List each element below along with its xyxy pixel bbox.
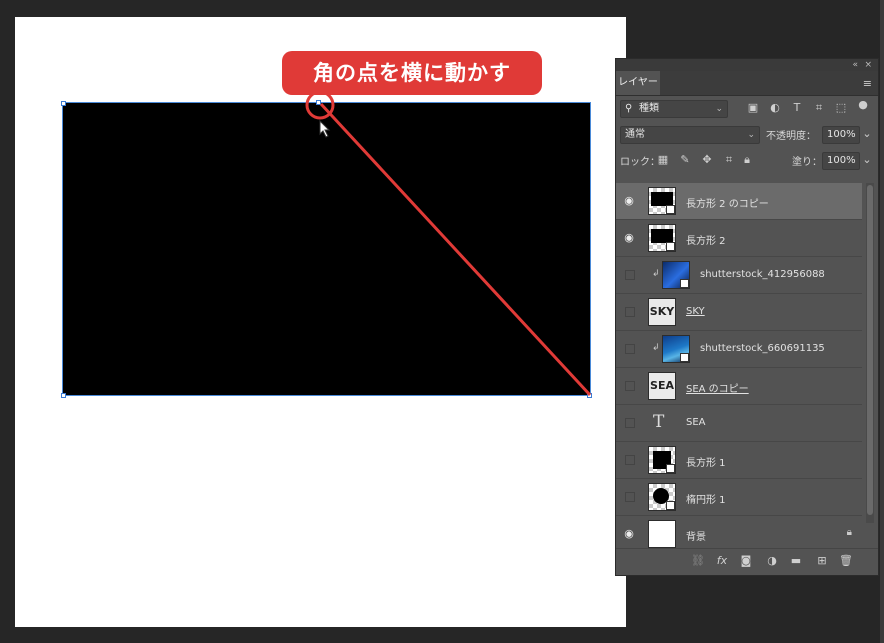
- opacity-label: 不透明度：: [766, 131, 816, 142]
- visibility-toggle[interactable]: [625, 418, 635, 428]
- lock-paint-icon[interactable]: ✎: [678, 153, 692, 166]
- annotation-line: [319, 102, 592, 397]
- annotation-callout: 角の点を横に動かす: [282, 51, 542, 95]
- adjustment-filter-icon[interactable]: ◐: [768, 101, 782, 114]
- layer-row[interactable]: SEA SEA のコピー: [616, 368, 862, 405]
- search-icon: ⚲: [625, 103, 633, 114]
- layer-thumbnail: SEA: [648, 372, 676, 400]
- lock-move-icon[interactable]: ✥: [700, 153, 714, 166]
- pixel-filter-icon[interactable]: ▣: [746, 101, 760, 114]
- scroll-thumb[interactable]: [867, 185, 873, 515]
- layer-name: shutterstock_660691135: [700, 343, 825, 354]
- layer-name: SEA のコピー: [686, 384, 749, 395]
- mask-icon[interactable]: ◙: [738, 554, 754, 567]
- filter-value: 種類: [639, 103, 659, 114]
- layer-thumbnail: SKY: [648, 298, 676, 326]
- layer-row[interactable]: T SEA: [616, 405, 862, 442]
- link-icon[interactable]: ⛓: [690, 554, 706, 567]
- shape-filter-icon[interactable]: ⌗: [812, 101, 826, 115]
- panel-topbar: « ×: [616, 59, 878, 71]
- layer-row[interactable]: 長方形 1: [616, 442, 862, 479]
- blend-row: 通常 ⌄ 不透明度： 100% ⌄: [616, 122, 878, 148]
- layer-row[interactable]: 楕円形 1: [616, 479, 862, 516]
- layer-thumbnail: [648, 483, 676, 511]
- chevron-down-icon[interactable]: ⌄: [860, 153, 874, 166]
- lock-transparency-icon[interactable]: ▦: [656, 153, 670, 166]
- layer-name: 長方形 2: [686, 236, 726, 247]
- filter-toggle-icon[interactable]: ●: [856, 98, 870, 111]
- lock-row: ロック： ▦ ✎ ✥ ⌗ 🔒︎ 塗り： 100% ⌄: [616, 148, 878, 174]
- fx-icon[interactable]: fx: [714, 554, 730, 567]
- layer-name: SEA: [686, 417, 706, 428]
- layers-scrollbar[interactable]: [866, 183, 874, 523]
- visibility-toggle[interactable]: [625, 307, 635, 317]
- collapse-icon[interactable]: «: [852, 59, 858, 71]
- layers-panel: « × レイヤー ≡ ⚲ 種類 ⌄ ▣ ◐ T ⌗ ⬚ ● 通常 ⌄ 不透明度：…: [615, 58, 879, 576]
- clipping-mask-icon: ↲: [652, 269, 660, 279]
- chevron-down-icon[interactable]: ⌄: [860, 127, 874, 140]
- panel-menu-icon[interactable]: ≡: [863, 77, 872, 90]
- layer-row[interactable]: ◉ 長方形 2 のコピー: [616, 183, 862, 220]
- visibility-toggle[interactable]: [625, 270, 635, 280]
- layer-name: 長方形 2 のコピー: [686, 199, 769, 210]
- trash-icon[interactable]: 🗑︎: [838, 554, 854, 567]
- layer-name: 楕円形 1: [686, 495, 726, 506]
- folder-icon[interactable]: ▬: [788, 554, 804, 567]
- layer-thumbnail: [662, 335, 690, 363]
- eye-icon[interactable]: ◉: [622, 231, 636, 245]
- layer-row[interactable]: ◉ 長方形 2: [616, 220, 862, 257]
- window-edge: [880, 0, 884, 643]
- new-layer-icon[interactable]: ⊞: [814, 554, 830, 567]
- lock-all-icon[interactable]: 🔒︎: [740, 153, 754, 167]
- eye-icon[interactable]: ◉: [622, 194, 636, 208]
- filter-row: ⚲ 種類 ⌄ ▣ ◐ T ⌗ ⬚ ●: [616, 96, 878, 122]
- eye-icon[interactable]: ◉: [622, 527, 636, 541]
- layers-list: ◉ 長方形 2 のコピー ◉ 長方形 2 ↲ shutterstock_4129…: [616, 183, 862, 553]
- lock-icon: 🔒︎: [846, 527, 852, 538]
- panel-tabbar: レイヤー ≡: [616, 71, 878, 96]
- layer-name: SKY: [686, 306, 705, 317]
- layer-thumbnail: [648, 224, 676, 252]
- layer-thumbnail: [648, 446, 676, 474]
- chevron-down-icon: ⌄: [715, 104, 723, 114]
- fill-field[interactable]: 100%: [822, 152, 860, 170]
- visibility-toggle[interactable]: [625, 381, 635, 391]
- layer-thumbnail: [648, 187, 676, 215]
- tab-layers[interactable]: レイヤー: [616, 71, 660, 95]
- clipping-mask-icon: ↲: [652, 343, 660, 353]
- lock-label: ロック：: [620, 157, 660, 168]
- layer-name: 長方形 1: [686, 458, 726, 469]
- layer-name: shutterstock_412956088: [700, 269, 825, 280]
- type-layer-icon: T: [653, 412, 665, 432]
- chevron-down-icon: ⌄: [747, 130, 755, 140]
- layer-thumbnail: [662, 261, 690, 289]
- visibility-toggle[interactable]: [625, 455, 635, 465]
- visibility-toggle[interactable]: [625, 492, 635, 502]
- layer-row[interactable]: SKY SKY: [616, 294, 862, 331]
- filter-dropdown[interactable]: ⚲ 種類 ⌄: [620, 100, 728, 118]
- visibility-toggle[interactable]: [625, 344, 635, 354]
- type-filter-icon[interactable]: T: [790, 101, 804, 114]
- layer-row[interactable]: ↲ shutterstock_660691135: [616, 331, 862, 368]
- smartobject-filter-icon[interactable]: ⬚: [834, 101, 848, 114]
- lock-artboard-icon[interactable]: ⌗: [722, 153, 736, 167]
- layer-row[interactable]: ↲ shutterstock_412956088: [616, 257, 862, 294]
- layer-thumbnail: [648, 520, 676, 548]
- blend-mode-dropdown[interactable]: 通常 ⌄: [620, 126, 760, 144]
- close-icon[interactable]: ×: [864, 59, 872, 71]
- panel-footer: ⛓ fx ◙ ◑ ▬ ⊞ 🗑︎: [616, 548, 878, 575]
- adjustment-icon[interactable]: ◑: [764, 554, 780, 567]
- fill-label: 塗り：: [792, 157, 822, 168]
- mouse-cursor-icon: [319, 119, 331, 138]
- blend-mode-value: 通常: [625, 129, 645, 140]
- layer-name: 背景: [686, 532, 706, 543]
- opacity-field[interactable]: 100%: [822, 126, 860, 144]
